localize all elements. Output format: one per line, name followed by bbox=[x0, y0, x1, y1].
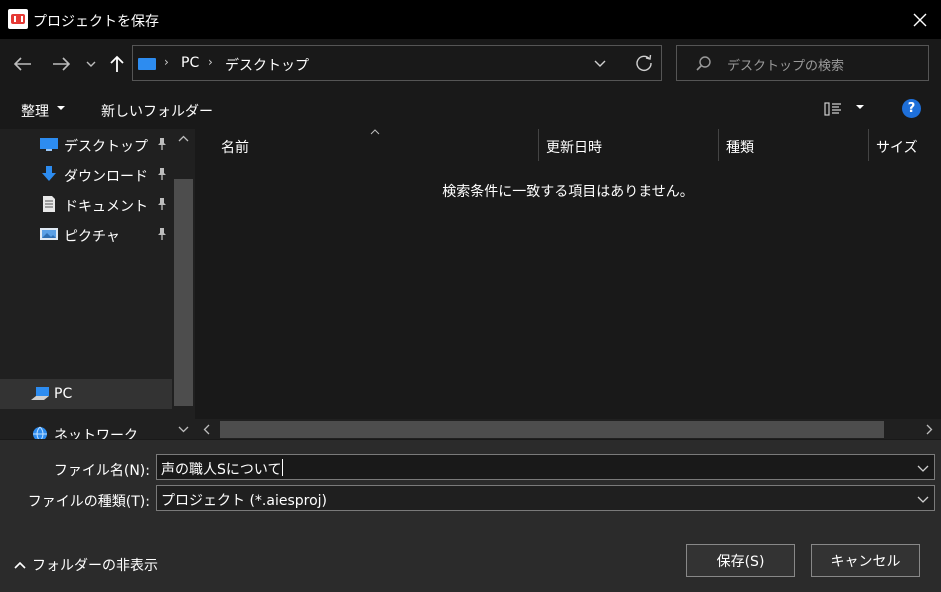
arrow-left-icon bbox=[14, 57, 31, 71]
help-icon[interactable]: ? bbox=[902, 99, 921, 118]
column-header-size[interactable]: サイズ bbox=[876, 137, 918, 157]
navigation-pane: デスクトップ ダウンロード ドキュメント ピクチャ PC ネットワーク bbox=[0, 129, 195, 439]
caret-down-icon[interactable] bbox=[855, 101, 865, 116]
window-title: プロジェクトを保存 bbox=[33, 14, 159, 30]
close-button[interactable] bbox=[905, 8, 935, 32]
horizontal-scrollbar-thumb[interactable] bbox=[220, 421, 884, 438]
filetype-value: プロジェクト (*.aiesproj) bbox=[161, 493, 327, 509]
pc-icon bbox=[138, 58, 156, 70]
text-cursor bbox=[282, 459, 283, 476]
breadcrumb-pc[interactable]: PC bbox=[181, 55, 199, 71]
document-icon bbox=[43, 196, 55, 212]
close-icon bbox=[913, 13, 927, 27]
computer-icon bbox=[31, 387, 49, 400]
new-folder-button[interactable]: 新しいフォルダー bbox=[101, 101, 213, 121]
hide-folders-label: フォルダーの非表示 bbox=[32, 558, 158, 574]
refresh-button[interactable] bbox=[633, 52, 655, 74]
file-list[interactable]: 名前 更新日時 種類 サイズ 検索条件に一致する項目はありません。 bbox=[195, 129, 941, 439]
download-icon bbox=[42, 166, 56, 181]
save-button[interactable]: 保存(S) bbox=[686, 544, 795, 577]
sidebar-item-label: ダウンロード bbox=[64, 169, 148, 185]
sidebar-item-label: PC bbox=[54, 386, 73, 402]
sort-ascending-icon bbox=[370, 129, 380, 135]
picture-icon bbox=[40, 228, 58, 240]
search-placeholder: デスクトップの検索 bbox=[727, 59, 845, 74]
pin-icon[interactable] bbox=[155, 227, 169, 241]
address-history-button[interactable] bbox=[591, 54, 609, 72]
column-divider[interactable] bbox=[868, 129, 869, 161]
filetype-label: ファイルの種類(T): bbox=[27, 494, 150, 510]
breadcrumb-separator-icon: › bbox=[164, 55, 169, 69]
toolbar: 整理 新しいフォルダー ? bbox=[0, 89, 941, 129]
address-bar[interactable]: › PC › デスクトップ bbox=[132, 45, 662, 81]
cancel-button[interactable]: キャンセル bbox=[811, 544, 920, 577]
sidebar-item-pc[interactable]: PC bbox=[0, 379, 172, 409]
sidebar-item-network[interactable]: ネットワーク bbox=[0, 420, 172, 439]
chevron-down-icon bbox=[86, 61, 96, 67]
chevron-down-icon[interactable] bbox=[916, 461, 930, 475]
filetype-select[interactable]: プロジェクト (*.aiesproj) bbox=[156, 485, 935, 511]
search-box[interactable]: デスクトップの検索 bbox=[676, 45, 929, 81]
sidebar-item-downloads[interactable]: ダウンロード bbox=[0, 159, 172, 189]
chevron-left-icon[interactable] bbox=[203, 424, 211, 435]
chevron-up-icon bbox=[14, 561, 26, 569]
breadcrumb-separator-icon: › bbox=[208, 55, 213, 69]
details-view-icon bbox=[824, 102, 841, 116]
breadcrumb-desktop[interactable]: デスクトップ bbox=[225, 55, 309, 75]
chevron-down-icon bbox=[594, 60, 606, 67]
filename-label: ファイル名(N): bbox=[53, 463, 150, 479]
back-button[interactable] bbox=[8, 39, 38, 89]
pin-icon[interactable] bbox=[155, 137, 169, 151]
arrow-up-icon bbox=[110, 55, 124, 72]
chevron-down-icon[interactable] bbox=[916, 492, 930, 506]
chevron-up-icon[interactable] bbox=[178, 135, 189, 143]
up-button[interactable] bbox=[102, 39, 132, 89]
refresh-icon bbox=[636, 54, 652, 72]
column-divider[interactable] bbox=[538, 129, 539, 161]
sidebar-item-documents[interactable]: ドキュメント bbox=[0, 189, 172, 219]
column-header-modified[interactable]: 更新日時 bbox=[546, 137, 602, 157]
desktop-icon bbox=[40, 138, 58, 151]
sidebar-item-label: ネットワーク bbox=[54, 428, 138, 439]
title-bar: プロジェクトを保存 bbox=[0, 0, 941, 39]
app-speaker-icon bbox=[8, 9, 28, 29]
network-icon bbox=[33, 426, 47, 439]
chevron-down-icon[interactable] bbox=[178, 425, 189, 433]
view-options-button[interactable] bbox=[824, 100, 842, 118]
filename-value: 声の職人Sについて bbox=[161, 462, 282, 478]
sidebar-item-label: ピクチャ bbox=[64, 229, 120, 245]
organize-menu[interactable]: 整理 bbox=[21, 101, 49, 121]
pin-icon[interactable] bbox=[155, 197, 169, 211]
column-divider[interactable] bbox=[718, 129, 719, 161]
pin-icon[interactable] bbox=[155, 167, 169, 181]
empty-message: 検索条件に一致する項目はありません。 bbox=[442, 184, 694, 200]
filename-input[interactable]: 声の職人Sについて bbox=[156, 454, 935, 480]
sidebar-item-pictures[interactable]: ピクチャ bbox=[0, 219, 172, 249]
hide-folders-toggle[interactable]: フォルダーの非表示 bbox=[14, 555, 158, 575]
chevron-right-icon[interactable] bbox=[925, 424, 933, 435]
caret-down-icon bbox=[56, 102, 66, 117]
arrow-right-icon bbox=[53, 57, 70, 71]
sidebar-item-label: デスクトップ bbox=[64, 139, 148, 155]
search-icon bbox=[695, 55, 713, 73]
column-header-type[interactable]: 種類 bbox=[726, 137, 754, 157]
sidebar-item-desktop[interactable]: デスクトップ bbox=[0, 129, 172, 159]
sidebar-item-label: ドキュメント bbox=[64, 199, 148, 215]
recent-locations-button[interactable] bbox=[77, 39, 105, 89]
sidebar-scrollbar-thumb[interactable] bbox=[174, 179, 193, 406]
forward-button[interactable] bbox=[46, 39, 76, 89]
column-header-name[interactable]: 名前 bbox=[221, 137, 249, 157]
